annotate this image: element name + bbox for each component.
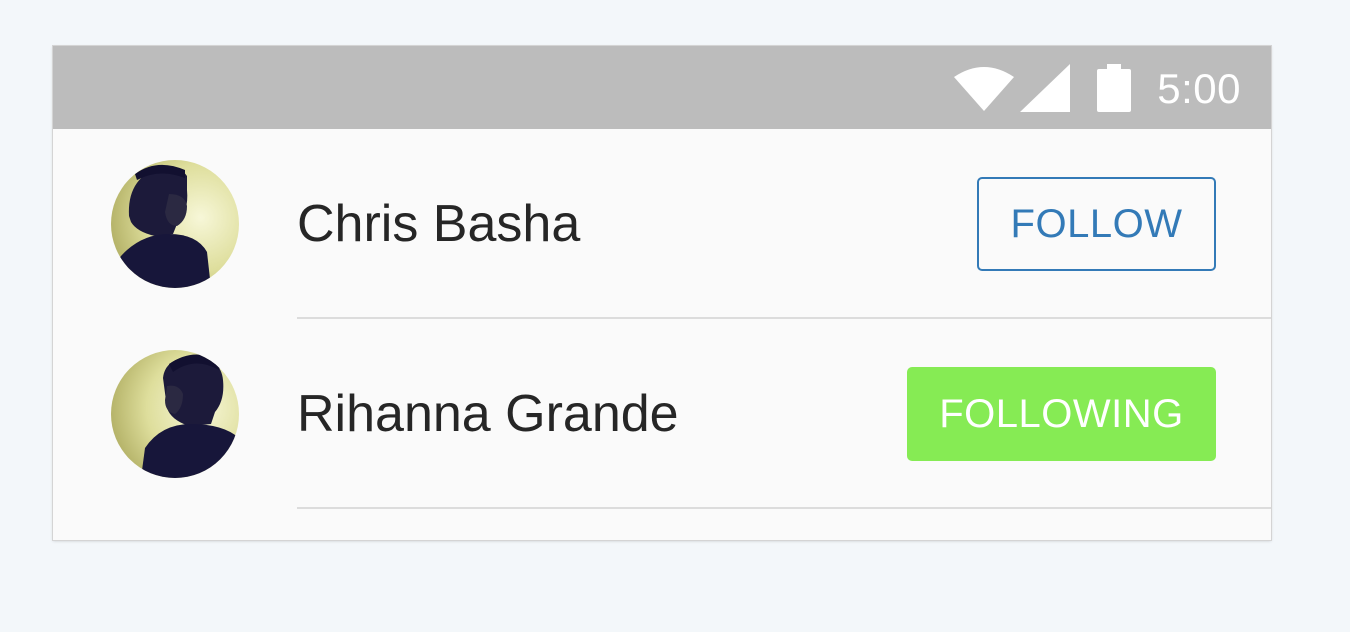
user-name: Rihanna Grande (297, 385, 679, 443)
wifi-icon (954, 65, 1015, 111)
phone-screen: 5:00 Chris Basha FOLLOW Rihanna Grande F… (53, 46, 1271, 540)
divider (297, 507, 1271, 509)
status-bar: 5:00 (53, 46, 1271, 129)
battery-icon (1097, 63, 1132, 112)
avatar[interactable] (111, 160, 239, 288)
following-button[interactable]: FOLLOWING (907, 367, 1216, 461)
cellular-signal-icon (1020, 63, 1071, 112)
status-clock: 5:00 (1157, 64, 1241, 112)
list-item[interactable]: Rihanna Grande FOLLOWING (53, 319, 1271, 509)
user-name: Chris Basha (297, 195, 581, 253)
follow-button[interactable]: FOLLOW (977, 177, 1216, 271)
avatar[interactable] (111, 350, 239, 478)
list-item[interactable]: Chris Basha FOLLOW (53, 129, 1271, 319)
status-icons: 5:00 (954, 46, 1241, 129)
